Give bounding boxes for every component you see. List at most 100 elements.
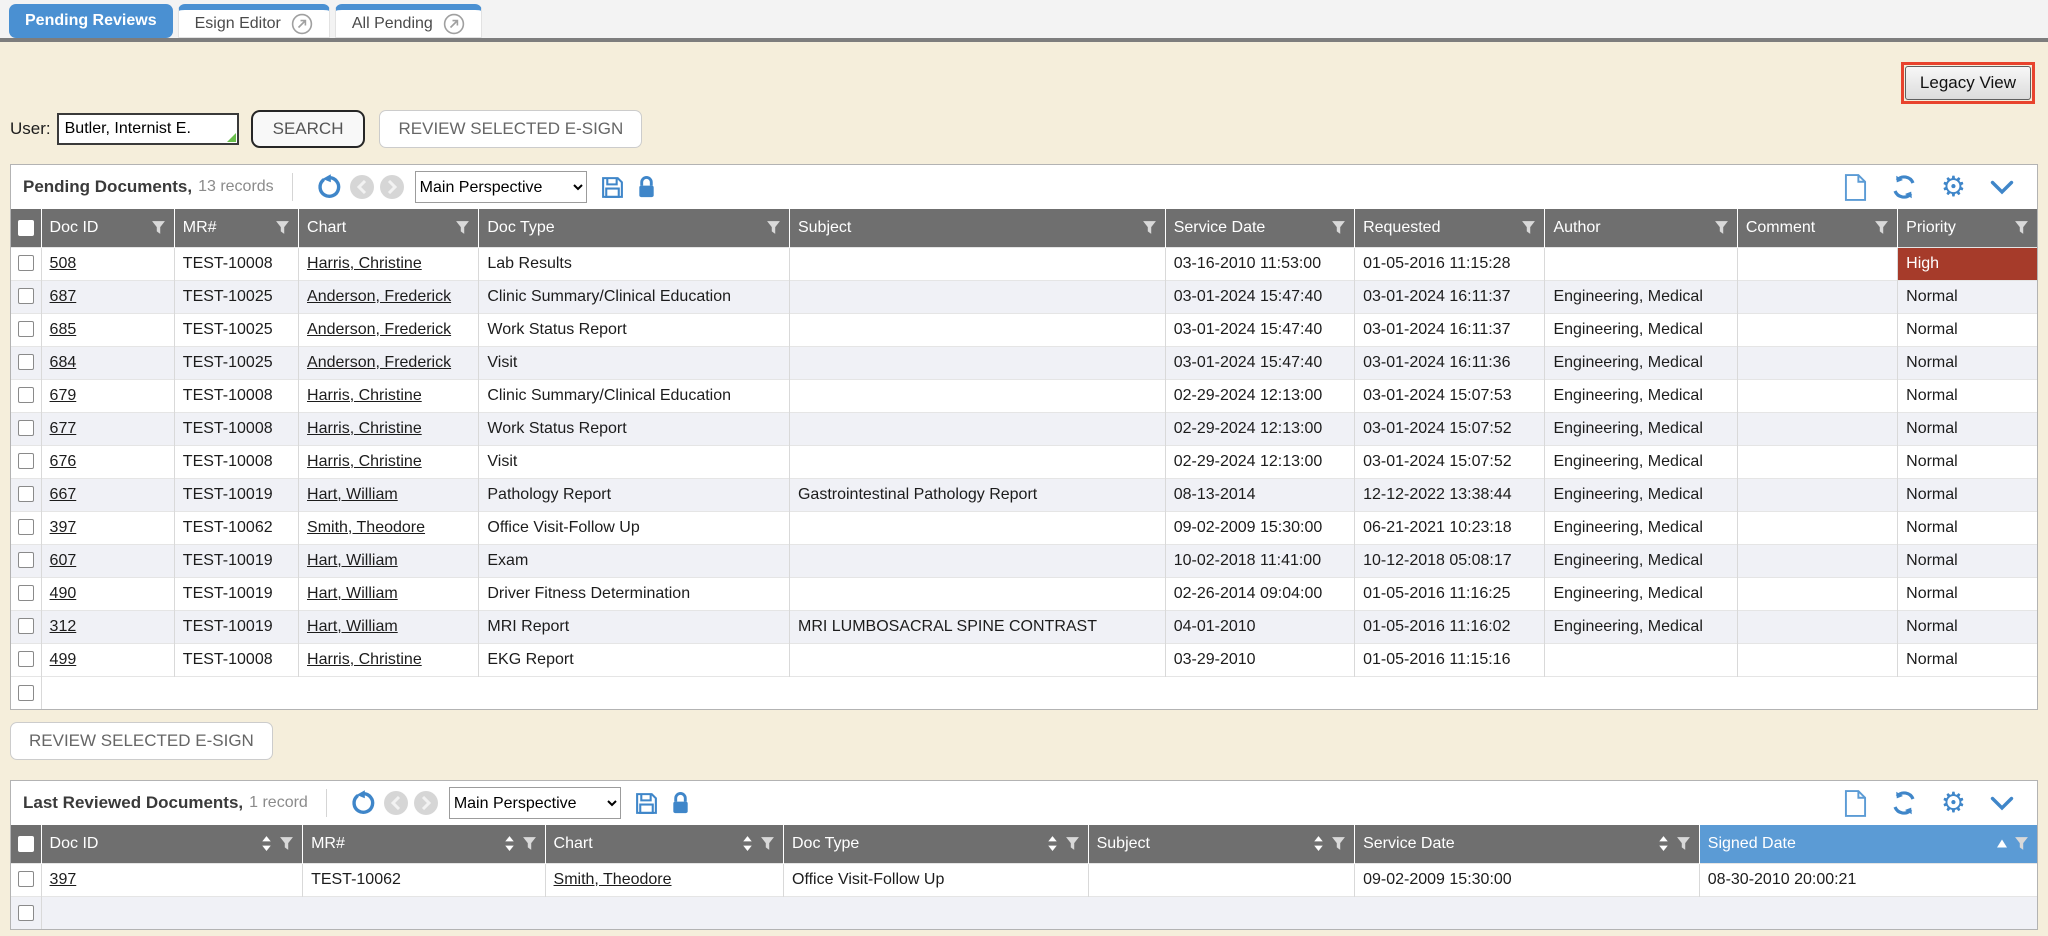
sort-icon[interactable] (504, 835, 515, 852)
filter-icon[interactable] (1331, 220, 1346, 235)
column-header-author[interactable]: Author (1545, 209, 1737, 247)
collapse-chevron-icon[interactable] (1990, 796, 2014, 811)
chart-link[interactable]: Smith, Theodore (554, 871, 672, 888)
filter-icon[interactable] (1874, 220, 1889, 235)
row-checkbox[interactable] (18, 288, 34, 304)
save-perspective-icon[interactable] (634, 791, 659, 816)
filter-icon[interactable] (1065, 836, 1080, 851)
lock-icon[interactable] (669, 791, 692, 816)
row-checkbox[interactable] (18, 585, 34, 601)
doc-id-link[interactable]: 312 (50, 618, 77, 635)
row-checkbox[interactable] (18, 255, 34, 271)
chart-link[interactable]: Hart, William (307, 486, 398, 503)
settings-gear-icon[interactable]: ⚙ (1941, 789, 1966, 817)
perspective-select[interactable]: Main Perspective (415, 171, 587, 203)
row-checkbox[interactable] (18, 871, 34, 887)
undo-icon[interactable] (316, 174, 342, 200)
refresh-icon[interactable] (1891, 174, 1917, 200)
doc-id-link[interactable]: 490 (50, 585, 77, 602)
next-perspective-icon[interactable] (380, 175, 404, 199)
doc-id-link[interactable]: 685 (50, 321, 77, 338)
perspective-select[interactable]: Main Perspective (449, 787, 621, 819)
doc-id-link[interactable]: 677 (50, 420, 77, 437)
row-checkbox[interactable] (18, 651, 34, 667)
chart-link[interactable]: Harris, Christine (307, 453, 422, 470)
select-all-checkbox[interactable] (18, 220, 34, 236)
save-perspective-icon[interactable] (600, 175, 625, 200)
doc-id-link[interactable]: 687 (50, 288, 77, 305)
settings-gear-icon[interactable]: ⚙ (1941, 173, 1966, 201)
row-checkbox[interactable] (18, 618, 34, 634)
column-header-doc-id[interactable]: Doc ID (41, 825, 303, 863)
row-checkbox[interactable] (18, 519, 34, 535)
select-all-checkbox[interactable] (18, 836, 34, 852)
undo-icon[interactable] (350, 790, 376, 816)
sort-icon[interactable] (1047, 835, 1058, 852)
sort-icon[interactable] (1313, 835, 1324, 852)
collapse-chevron-icon[interactable] (1990, 180, 2014, 195)
row-checkbox[interactable] (18, 387, 34, 403)
column-header-chart[interactable]: Chart (545, 825, 783, 863)
search-button[interactable]: SEARCH (251, 110, 366, 148)
column-header-requested[interactable]: Requested (1355, 209, 1545, 247)
chart-link[interactable]: Anderson, Frederick (307, 321, 451, 338)
row-checkbox[interactable] (18, 552, 34, 568)
column-header-signed-date[interactable]: Signed Date (1699, 825, 2037, 863)
column-header-doc-type[interactable]: Doc Type (784, 825, 1089, 863)
doc-id-link[interactable]: 397 (50, 519, 77, 536)
tab-esign-editor[interactable]: Esign Editor (178, 4, 330, 38)
row-checkbox[interactable] (18, 420, 34, 436)
user-input[interactable] (57, 113, 239, 145)
legacy-view-button[interactable]: Legacy View (1905, 66, 2031, 100)
resize-grip-icon[interactable] (227, 133, 236, 142)
column-header-priority[interactable]: Priority (1898, 209, 2037, 247)
chart-link[interactable]: Harris, Christine (307, 255, 422, 272)
filter-icon[interactable] (279, 836, 294, 851)
sort-icon[interactable] (1658, 835, 1669, 852)
column-header-chart[interactable]: Chart (299, 209, 479, 247)
prev-perspective-icon[interactable] (350, 175, 374, 199)
filter-icon[interactable] (1714, 220, 1729, 235)
column-header-subject[interactable]: Subject (789, 209, 1165, 247)
lock-icon[interactable] (635, 175, 658, 200)
row-checkbox[interactable] (18, 453, 34, 469)
row-checkbox[interactable] (18, 905, 34, 921)
filter-icon[interactable] (766, 220, 781, 235)
chart-link[interactable]: Harris, Christine (307, 387, 422, 404)
tab-all-pending[interactable]: All Pending (335, 4, 482, 38)
column-header-service-date[interactable]: Service Date (1355, 825, 1700, 863)
doc-id-link[interactable]: 676 (50, 453, 77, 470)
doc-id-link[interactable]: 397 (50, 871, 77, 888)
row-checkbox[interactable] (18, 685, 34, 701)
review-selected-esign-button-bottom[interactable]: REVIEW SELECTED E-SIGN (10, 722, 273, 760)
tab-pending-reviews[interactable]: Pending Reviews (9, 4, 173, 38)
doc-id-link[interactable]: 684 (50, 354, 77, 371)
row-checkbox[interactable] (18, 321, 34, 337)
row-checkbox[interactable] (18, 354, 34, 370)
prev-perspective-icon[interactable] (384, 791, 408, 815)
doc-id-link[interactable]: 667 (50, 486, 77, 503)
review-selected-esign-button-top[interactable]: REVIEW SELECTED E-SIGN (379, 110, 642, 148)
chart-link[interactable]: Hart, William (307, 585, 398, 602)
column-header-mr[interactable]: MR# (303, 825, 545, 863)
chart-link[interactable]: Anderson, Frederick (307, 288, 451, 305)
filter-icon[interactable] (275, 220, 290, 235)
filter-icon[interactable] (1521, 220, 1536, 235)
chart-link[interactable]: Harris, Christine (307, 420, 422, 437)
column-header-mr[interactable]: MR# (174, 209, 298, 247)
doc-id-link[interactable]: 607 (50, 552, 77, 569)
new-document-icon[interactable] (1844, 174, 1867, 201)
column-header-subject[interactable]: Subject (1088, 825, 1355, 863)
chart-link[interactable]: Harris, Christine (307, 651, 422, 668)
refresh-icon[interactable] (1891, 790, 1917, 816)
sort-icon[interactable] (261, 835, 272, 852)
chart-link[interactable]: Hart, William (307, 618, 398, 635)
chart-link[interactable]: Smith, Theodore (307, 519, 425, 536)
doc-id-link[interactable]: 508 (50, 255, 77, 272)
column-header-doc-id[interactable]: Doc ID (41, 209, 174, 247)
column-header-doc-type[interactable]: Doc Type (479, 209, 790, 247)
new-document-icon[interactable] (1844, 790, 1867, 817)
chart-link[interactable]: Anderson, Frederick (307, 354, 451, 371)
column-header-service-date[interactable]: Service Date (1165, 209, 1354, 247)
filter-icon[interactable] (455, 220, 470, 235)
